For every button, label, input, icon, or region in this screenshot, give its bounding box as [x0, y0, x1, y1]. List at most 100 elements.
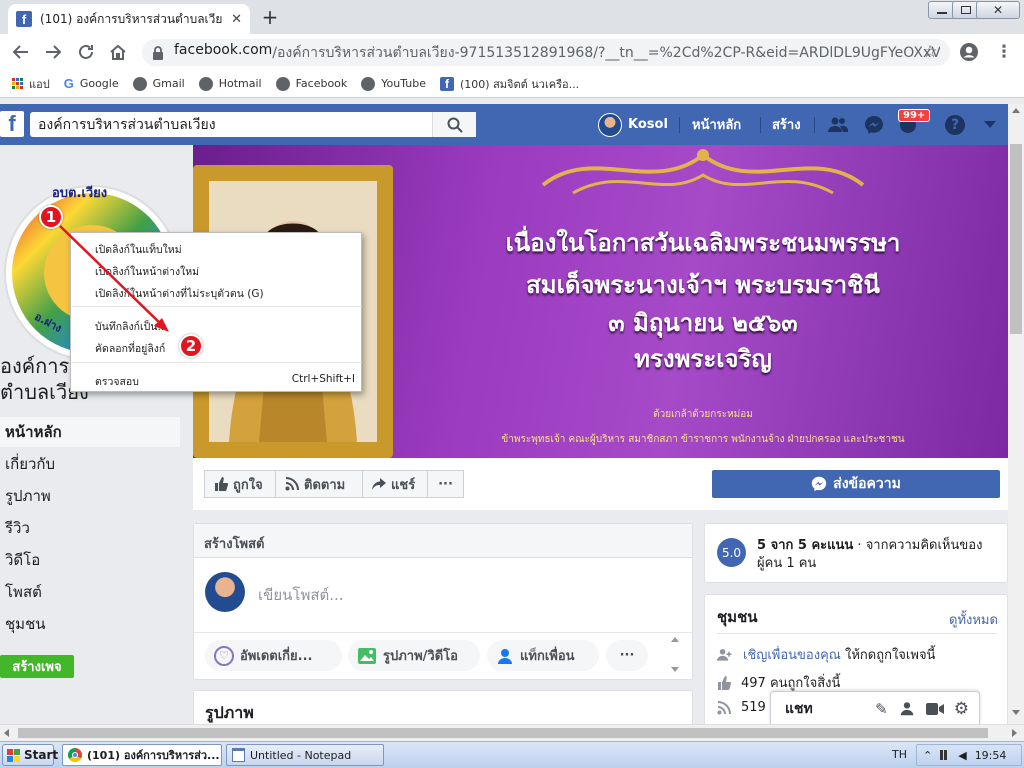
see-all-link[interactable]: ดูทั้งหมด	[949, 609, 998, 630]
account-menu-button[interactable]	[984, 104, 996, 145]
bookmark-apps[interactable]: แอป	[12, 75, 50, 93]
chat-group-icon[interactable]	[898, 701, 916, 717]
reload-button[interactable]	[74, 40, 98, 64]
start-button[interactable]: Start	[2, 744, 58, 766]
avatar	[598, 112, 622, 137]
kebab-menu-icon: ⋮	[995, 41, 1013, 62]
page-nav-home[interactable]: หน้าหลัก	[0, 417, 180, 447]
invite-friends-row: เชิญเพื่อนของคุณ ให้กดถูกใจเพจนี้	[717, 644, 935, 665]
bookmark-gmail[interactable]: Gmail	[132, 76, 185, 91]
horizontal-scrollbar[interactable]	[0, 724, 1024, 741]
photos-title[interactable]: รูปภาพ	[205, 701, 254, 726]
composer-more-button[interactable]: ···	[606, 640, 648, 671]
messenger-button[interactable]	[864, 104, 884, 145]
invite-friends-link[interactable]: เชิญเพื่อนของคุณ	[743, 648, 841, 663]
search-input[interactable]: องค์การบริหารส่วนตำบลเวียง	[30, 114, 432, 136]
video-call-icon[interactable]	[925, 702, 944, 716]
account-circle-icon	[960, 43, 978, 61]
bookmark-star-button[interactable]: ☆	[918, 40, 942, 64]
task-notepad[interactable]: Untitled - Notepad	[226, 744, 384, 766]
back-button[interactable]	[9, 40, 33, 64]
scroll-up-icon	[1012, 108, 1020, 113]
rating-card: 5.0 5 จาก 5 คะแนน · จากความคิดเห็นของ ผู้…	[704, 523, 1008, 583]
help-button[interactable]: ?	[945, 104, 965, 145]
chat-bar[interactable]: แชท ✎ ⚙	[770, 691, 980, 725]
update-pill-button[interactable]: ♡ อัพเดตเกี่ย...	[205, 640, 342, 671]
cover-line3: ๓ มิถุนายน ๒๕๖๓	[608, 308, 798, 337]
bookmark-profile[interactable]: f (100) สมจิตต์ นวเครือ...	[440, 75, 579, 93]
annotation-arrow-icon	[59, 225, 169, 332]
search-button[interactable]	[432, 112, 476, 137]
photo-video-pill-button[interactable]: รูปภาพ/วิดีโอ	[348, 640, 480, 671]
share-arrow-icon	[372, 478, 386, 490]
compose-chat-icon[interactable]: ✎	[875, 700, 888, 718]
google-icon: G	[63, 76, 74, 91]
question-icon: ?	[945, 114, 965, 135]
inspect-shortcut: Ctrl+Shift+I	[291, 373, 355, 385]
invite-friends-icon	[717, 648, 732, 661]
messenger-icon	[865, 115, 883, 134]
network-icon[interactable]	[940, 750, 951, 760]
volume-icon[interactable]: ◀	[958, 749, 966, 762]
close-tab-icon[interactable]: ✕	[231, 12, 242, 27]
friend-requests-button[interactable]	[828, 104, 848, 145]
follows-row: 519	[717, 700, 766, 715]
avatar	[205, 572, 245, 612]
tag-friends-pill-button[interactable]: แท็กเพื่อน	[487, 640, 599, 671]
chat-settings-gear-icon[interactable]: ⚙	[954, 699, 969, 719]
more-dots-icon: ···	[619, 648, 635, 663]
rating-summary[interactable]: 5 จาก 5 คะแนน · จากความคิดเห็นของ ผู้คน 1…	[757, 537, 1005, 573]
browser-tab[interactable]: f (101) องค์การบริหารส่วนตำบลเวียง - ห ✕	[8, 4, 250, 34]
minimize-icon	[937, 12, 947, 14]
create-page-button[interactable]: สร้างเพจ	[0, 655, 74, 678]
bookmark-youtube[interactable]: YouTube	[361, 76, 426, 91]
system-tray: ⌃ ◀ 19:54	[916, 744, 1022, 766]
scroll-thumb[interactable]	[1010, 144, 1022, 334]
address-bar[interactable]: facebook.com/องค์การบริหารส่วนตำบลเวียง-…	[142, 39, 950, 66]
task-chrome[interactable]: (101) องค์การบริหารส่ว...	[62, 744, 222, 766]
more-dots-icon: ···	[438, 476, 453, 492]
input-language[interactable]: TH	[892, 748, 907, 761]
cover-sub1: ด้วยเกล้าด้วยกระหม่อม	[653, 409, 753, 420]
photo-icon	[358, 647, 376, 664]
home-button[interactable]	[106, 40, 130, 64]
page-nav-photos[interactable]: รูปภาพ	[0, 481, 180, 511]
nav-create-link[interactable]: สร้าง	[772, 104, 801, 145]
follow-page-button[interactable]: ติดตาม	[275, 470, 363, 498]
post-composer-input[interactable]: เขียนโพสต์...	[258, 583, 344, 607]
page-nav-posts[interactable]: โพสต์	[0, 577, 180, 607]
scroll-up-icon	[671, 637, 679, 642]
facebook-logo-icon[interactable]: f	[0, 111, 24, 137]
thumbs-up-icon	[215, 477, 228, 491]
nav-home-link[interactable]: หน้าหลัก	[692, 104, 741, 145]
step-marker-1: 1	[39, 205, 63, 229]
composer-scrollbar[interactable]	[670, 634, 680, 676]
menu-item-inspect[interactable]: ตรวจสอบ Ctrl+Shift+I	[95, 373, 355, 390]
new-tab-button[interactable]: +	[258, 6, 282, 30]
forward-button[interactable]	[41, 40, 65, 64]
send-message-button[interactable]: ส่งข้อความ	[712, 470, 1000, 498]
tray-expand-icon[interactable]: ⌃	[923, 749, 932, 762]
clock[interactable]: 19:54	[975, 749, 1007, 762]
page-nav-about[interactable]: เกี่ยวกับ	[0, 449, 180, 479]
page-nav-reviews[interactable]: รีวิว	[0, 513, 180, 543]
bookmark-google[interactable]: G Google	[64, 76, 119, 91]
scroll-thumb[interactable]	[18, 728, 988, 738]
bookmark-facebook[interactable]: Facebook	[275, 76, 347, 91]
messenger-icon	[811, 476, 827, 492]
page-nav-videos[interactable]: วิดีโอ	[0, 545, 180, 575]
forward-arrow-icon	[46, 45, 62, 59]
page-scrollbar[interactable]	[1008, 104, 1024, 724]
page-nav-community[interactable]: ชุมชน	[0, 609, 180, 639]
menu-button[interactable]: ⋮	[992, 40, 1016, 64]
more-options-button[interactable]: ···	[427, 470, 464, 498]
scroll-right-icon	[1012, 729, 1017, 737]
bookmark-hotmail[interactable]: Hotmail	[198, 76, 262, 91]
menu-item-copy-link-address[interactable]: คัดลอกที่อยู่ลิงก์	[95, 340, 355, 357]
share-page-button[interactable]: แชร์	[362, 470, 428, 498]
like-page-button[interactable]: ถูกใจ	[204, 470, 276, 498]
profile-button[interactable]	[957, 40, 981, 64]
close-window-button[interactable]: ✕	[976, 1, 1020, 19]
profile-link[interactable]: Kosol	[598, 104, 668, 145]
facebook-search[interactable]: องค์การบริหารส่วนตำบลเวียง	[30, 112, 476, 137]
